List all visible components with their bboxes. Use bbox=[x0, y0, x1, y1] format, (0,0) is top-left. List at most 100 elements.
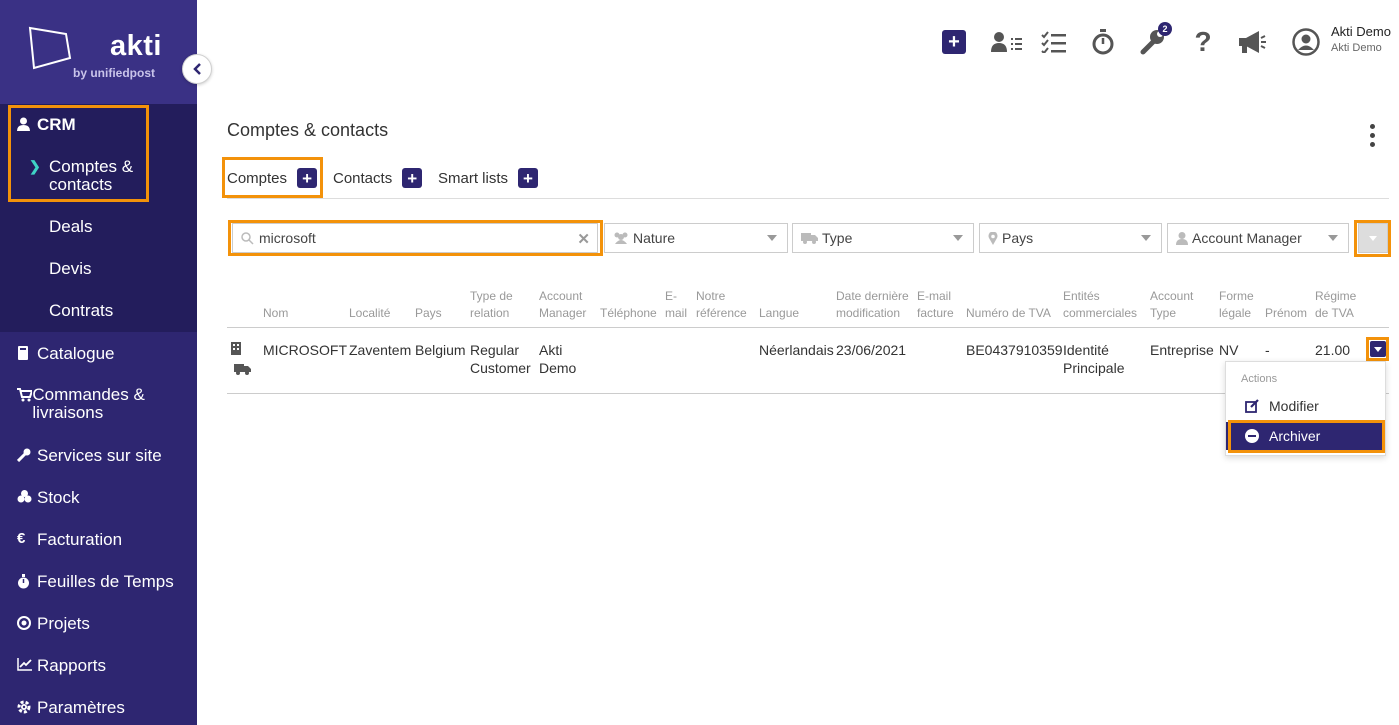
wrench-icon bbox=[17, 446, 37, 462]
plus-icon: + bbox=[942, 30, 966, 54]
brand-tagline: by unifiedpost bbox=[73, 66, 155, 80]
add-smart-list-button[interactable]: + bbox=[518, 168, 539, 188]
tab-smart-lists[interactable]: Smart lists + bbox=[438, 168, 539, 188]
row-divider bbox=[227, 393, 1389, 394]
cell-entites: Identité Principale bbox=[1063, 341, 1124, 377]
sidebar-item-facturation[interactable]: € Facturation bbox=[17, 530, 122, 550]
building-icon bbox=[231, 342, 241, 355]
cell-line: Regular bbox=[470, 342, 520, 358]
header-nom[interactable]: Nom bbox=[263, 305, 288, 322]
chevron-left-icon bbox=[193, 63, 201, 75]
header-prenom[interactable]: Prénom bbox=[1265, 305, 1307, 322]
sidebar-item-stock[interactable]: Stock bbox=[17, 488, 80, 508]
sidebar-item-label: Projets bbox=[37, 614, 90, 633]
collapse-sidebar-button[interactable] bbox=[182, 54, 212, 84]
cell-regime: 21.00 bbox=[1315, 342, 1351, 358]
truck-icon bbox=[801, 233, 818, 244]
sidebar-subitem-contrats[interactable]: Contrats bbox=[49, 302, 113, 320]
account-manager-label: Account Manager bbox=[1192, 230, 1302, 246]
tasks-button[interactable] bbox=[1041, 28, 1067, 56]
tools-button[interactable]: 2 bbox=[1140, 22, 1172, 56]
sidebar-item-projets[interactable]: Projets bbox=[17, 614, 90, 634]
header-type-relation[interactable]: Type de relation bbox=[470, 288, 513, 322]
highlight-archiver bbox=[1228, 420, 1385, 453]
highlight-search bbox=[228, 220, 603, 256]
type-select[interactable]: Type bbox=[792, 223, 974, 253]
sidebar-item-rapports[interactable]: Rapports bbox=[17, 656, 106, 676]
page-title: Comptes & contacts bbox=[227, 120, 389, 140]
sidebar-item-label: Stock bbox=[37, 488, 80, 507]
header-line: E- bbox=[665, 289, 677, 303]
sidebar-item-services[interactable]: Services sur site bbox=[17, 446, 162, 466]
sidebar-item-label: Catalogue bbox=[37, 344, 115, 363]
sidebar-header: akti by unifiedpost bbox=[0, 0, 197, 104]
timer-button[interactable] bbox=[1091, 28, 1115, 56]
location-pin-icon bbox=[988, 231, 998, 245]
header-account-type[interactable]: Account Type bbox=[1150, 288, 1193, 322]
account-manager-select[interactable]: Account Manager bbox=[1167, 223, 1349, 253]
header-line: relation bbox=[470, 306, 510, 320]
highlight-row-actions bbox=[1366, 337, 1389, 361]
cell-forme: NV bbox=[1219, 342, 1239, 358]
tab-contacts[interactable]: Contacts + bbox=[333, 168, 423, 188]
header-localite[interactable]: Localité bbox=[349, 305, 390, 322]
menu-item-modifier[interactable]: Modifier bbox=[1226, 392, 1385, 420]
cell-line: Akti bbox=[539, 342, 563, 358]
nature-label: Nature bbox=[633, 230, 676, 246]
header-line: facture bbox=[917, 306, 954, 320]
header-account-manager[interactable]: Account Manager bbox=[539, 288, 586, 322]
header-forme-legale[interactable]: Forme légale bbox=[1219, 288, 1254, 322]
add-contact-button[interactable]: + bbox=[402, 168, 423, 188]
header-line: Date dernière bbox=[836, 289, 909, 303]
users-icon bbox=[614, 232, 628, 244]
sidebar-item-commandes[interactable]: Commandes & livraisons bbox=[17, 386, 177, 422]
help-button[interactable]: ? bbox=[1193, 26, 1213, 57]
pays-select[interactable]: Pays bbox=[979, 223, 1162, 253]
quick-add-button[interactable]: + bbox=[942, 28, 966, 56]
header-regime-tva[interactable]: Régime de TVA bbox=[1315, 288, 1356, 322]
cell-line: Principale bbox=[1063, 360, 1125, 376]
header-tva[interactable]: Numéro de TVA bbox=[966, 305, 1051, 322]
header-notre-reference[interactable]: Notre référence bbox=[696, 288, 747, 322]
header-langue[interactable]: Langue bbox=[759, 305, 799, 322]
actions-menu-title: Actions bbox=[1241, 373, 1278, 385]
sidebar-subitem-devis[interactable]: Devis bbox=[49, 260, 92, 278]
header-line: Type bbox=[1150, 306, 1177, 320]
notification-badge: 2 bbox=[1158, 22, 1172, 36]
highlight-more-filters bbox=[1354, 220, 1391, 257]
logo-icon bbox=[28, 26, 72, 70]
header-line: Account bbox=[1150, 289, 1194, 303]
cell-account-type: Entreprise bbox=[1150, 342, 1214, 358]
announcements-button[interactable] bbox=[1237, 28, 1267, 56]
cell-prenom: - bbox=[1265, 342, 1270, 358]
checklist-icon bbox=[1041, 31, 1066, 53]
highlight-comptes-tab bbox=[222, 157, 323, 198]
cell-date: 23/06/2021 bbox=[836, 342, 907, 358]
header-telephone[interactable]: Téléphone bbox=[600, 305, 657, 322]
sidebar-item-parametres[interactable]: Paramètres bbox=[17, 698, 125, 718]
header-pays[interactable]: Pays bbox=[415, 305, 442, 322]
contacts-list-button[interactable] bbox=[991, 28, 1023, 56]
user-avatar[interactable] bbox=[1292, 28, 1320, 56]
nature-select[interactable]: Nature bbox=[604, 223, 788, 253]
sidebar-item-label: Services sur site bbox=[37, 446, 162, 465]
header-line: mail bbox=[665, 306, 688, 320]
type-label: Type bbox=[822, 230, 853, 246]
header-email[interactable]: E-mail bbox=[665, 288, 687, 322]
header-entites[interactable]: Entités commerciales bbox=[1063, 288, 1137, 322]
header-divider bbox=[227, 327, 1389, 328]
sidebar-item-catalogue[interactable]: Catalogue bbox=[17, 344, 115, 364]
megaphone-icon bbox=[1239, 31, 1266, 53]
user-name[interactable]: Akti Demo bbox=[1331, 24, 1391, 39]
sidebar-subitem-deals[interactable]: Deals bbox=[49, 218, 92, 236]
cell-nom[interactable]: MICROSOFT bbox=[263, 341, 347, 359]
book-icon bbox=[17, 344, 37, 360]
header-email-facture[interactable]: E-mail facture bbox=[917, 288, 954, 322]
header-date-modification[interactable]: Date dernière modification bbox=[836, 288, 909, 322]
sidebar-item-feuilles[interactable]: Feuilles de Temps bbox=[17, 572, 174, 592]
sidebar-item-label: Facturation bbox=[37, 530, 123, 549]
header-line: Entités bbox=[1063, 289, 1100, 303]
more-options-button[interactable] bbox=[1366, 124, 1378, 147]
cell-type-relation: Regular Customer bbox=[470, 341, 531, 377]
menu-item-label: Modifier bbox=[1269, 398, 1319, 414]
